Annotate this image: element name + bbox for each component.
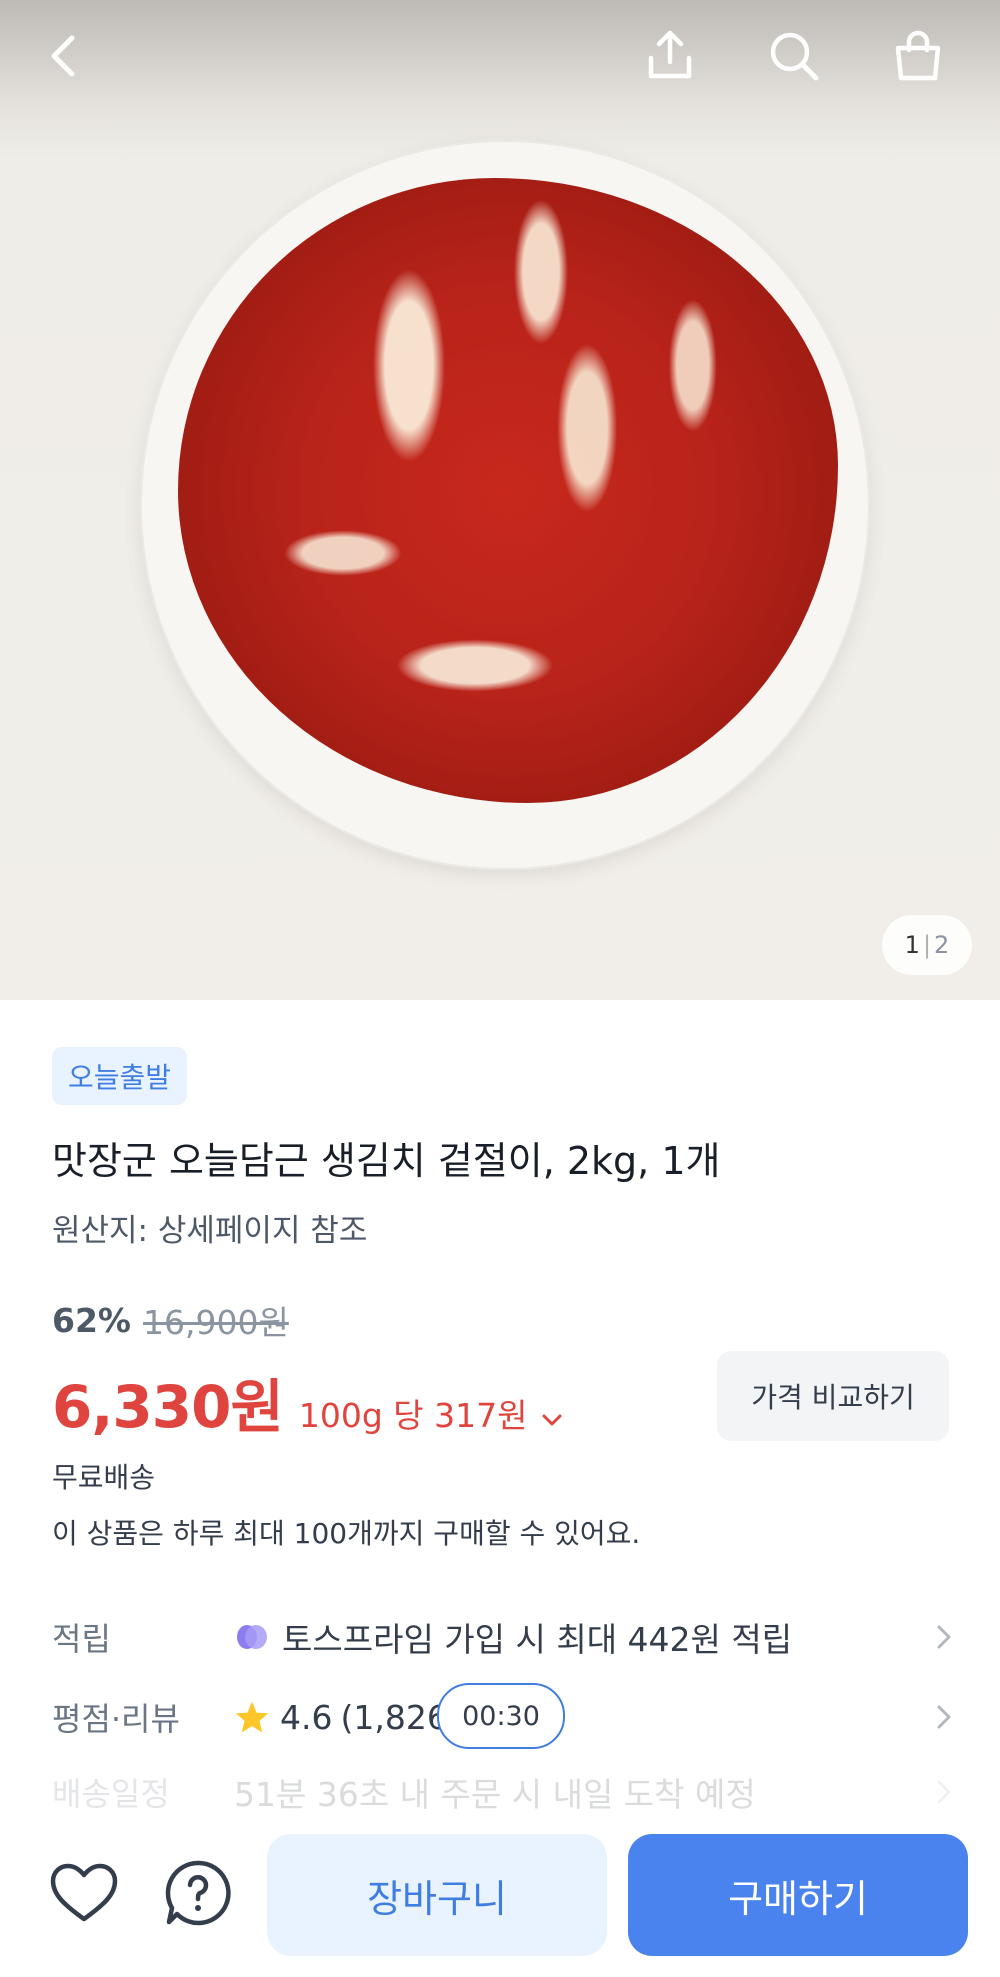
heart-icon <box>49 1862 119 1928</box>
share-button[interactable] <box>630 18 710 98</box>
pager-separator: | <box>922 931 932 959</box>
product-title: 맛장군 오늘담근 생김치 겉절이, 2kg, 1개 <box>52 1139 721 1183</box>
wishlist-button[interactable] <box>42 1853 126 1937</box>
timer-badge: 00:30 <box>437 1683 565 1749</box>
star-icon <box>234 1700 270 1734</box>
discount-row: 62% 16,900원 <box>52 1296 289 1344</box>
rating-score: 4.6 <box>280 1697 333 1737</box>
delivery-text: 51분 36초 내 주문 시 내일 도착 예정 <box>234 1775 756 1814</box>
review-count: (1,826 <box>340 1697 448 1737</box>
kimchi-image <box>178 178 838 803</box>
share-icon <box>642 28 698 88</box>
today-shipping-badge: 오늘출발 <box>52 1047 188 1105</box>
add-to-cart-button[interactable]: 장바구니 <box>267 1834 607 1956</box>
price-compare-button[interactable]: 가격 비교하기 <box>717 1351 949 1441</box>
image-pager: 1 | 2 <box>882 915 972 975</box>
product-image-gallery[interactable]: 1 | 2 <box>0 0 1000 1000</box>
rating-label: 평점·리뷰 <box>52 1700 180 1738</box>
discount-percent: 62% <box>52 1300 131 1340</box>
toss-prime-icon <box>234 1622 270 1652</box>
origin-text: 원산지: 상세페이지 참조 <box>52 1213 368 1249</box>
delivery-label: 배송일정 <box>52 1775 170 1813</box>
purchase-limit-notice: 이 상품은 하루 최대 100개까지 구매할 수 있어요. <box>52 1517 641 1550</box>
chevron-right-icon <box>912 1703 952 1731</box>
search-icon <box>766 28 822 88</box>
back-button[interactable] <box>24 18 104 98</box>
chevron-right-icon <box>912 1778 952 1806</box>
inquiry-button[interactable] <box>156 1853 240 1937</box>
unit-price[interactable]: 100g 당 317원 <box>299 1389 528 1437</box>
points-label: 적립 <box>52 1620 111 1658</box>
points-row[interactable]: 적립 토스프라임 가입 시 최대 442원 적립 <box>52 1607 952 1667</box>
sale-price: 6,330원 <box>52 1373 284 1441</box>
question-bubble-icon <box>163 1858 233 1932</box>
chevron-right-icon <box>912 1623 952 1651</box>
shopping-bag-icon <box>890 28 946 88</box>
pager-total: 2 <box>934 931 950 959</box>
free-shipping-label: 무료배송 <box>52 1461 156 1494</box>
back-icon <box>44 32 84 84</box>
buy-now-button[interactable]: 구매하기 <box>628 1834 968 1956</box>
price-row: 6,330원 100g 당 317원 <box>52 1360 563 1444</box>
search-button[interactable] <box>754 18 834 98</box>
cart-button[interactable] <box>878 18 958 98</box>
chevron-down-icon[interactable] <box>541 1412 563 1431</box>
points-text: 토스프라임 가입 시 최대 442원 적립 <box>282 1620 793 1659</box>
original-price: 16,900원 <box>143 1303 289 1342</box>
pager-current: 1 <box>904 931 920 959</box>
